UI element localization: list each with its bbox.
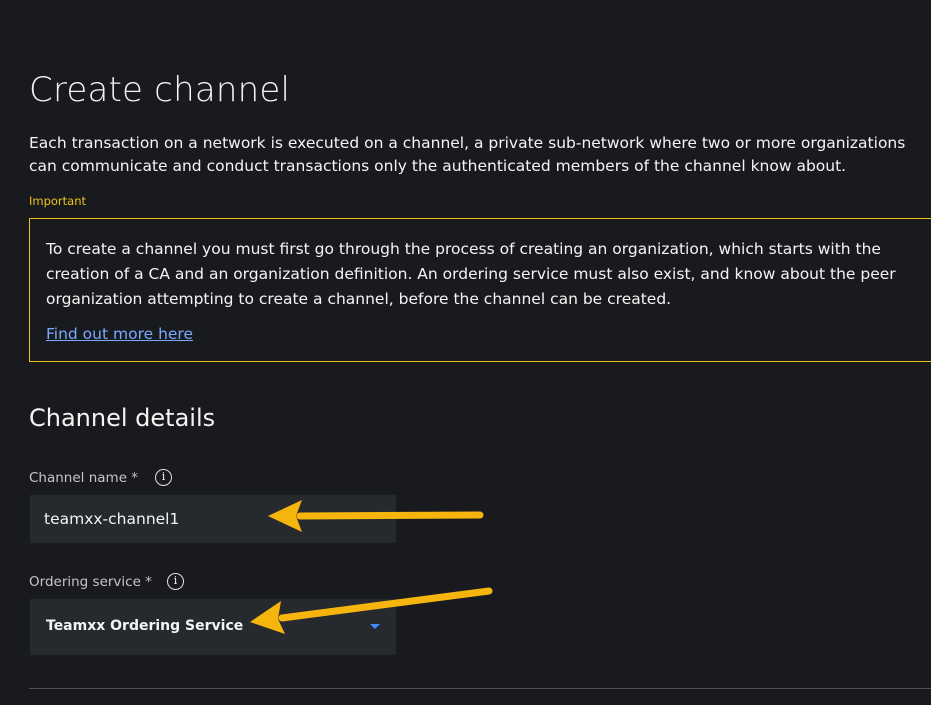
create-channel-page: Create channel Each transaction on a net… xyxy=(0,0,931,705)
info-icon[interactable]: i xyxy=(167,573,184,590)
ordering-service-label: Ordering service * xyxy=(29,574,152,590)
find-out-more-link[interactable]: Find out more here xyxy=(46,325,193,343)
info-icon[interactable]: i xyxy=(155,469,172,486)
important-label: Important xyxy=(29,194,87,208)
important-notice: To create a channel you must first go th… xyxy=(29,218,931,362)
page-description: Each transaction on a network is execute… xyxy=(29,134,906,175)
divider xyxy=(29,688,931,689)
section-title: Channel details xyxy=(29,404,216,432)
channel-name-input[interactable] xyxy=(30,495,396,543)
page-title: Create channel xyxy=(29,70,291,110)
notice-text: To create a channel you must first go th… xyxy=(46,240,896,308)
chevron-down-icon xyxy=(370,624,380,629)
channel-name-label: Channel name * xyxy=(29,470,139,486)
ordering-service-select[interactable]: Teamxx Ordering Service xyxy=(30,599,396,655)
ordering-service-value: Teamxx Ordering Service xyxy=(46,618,244,634)
